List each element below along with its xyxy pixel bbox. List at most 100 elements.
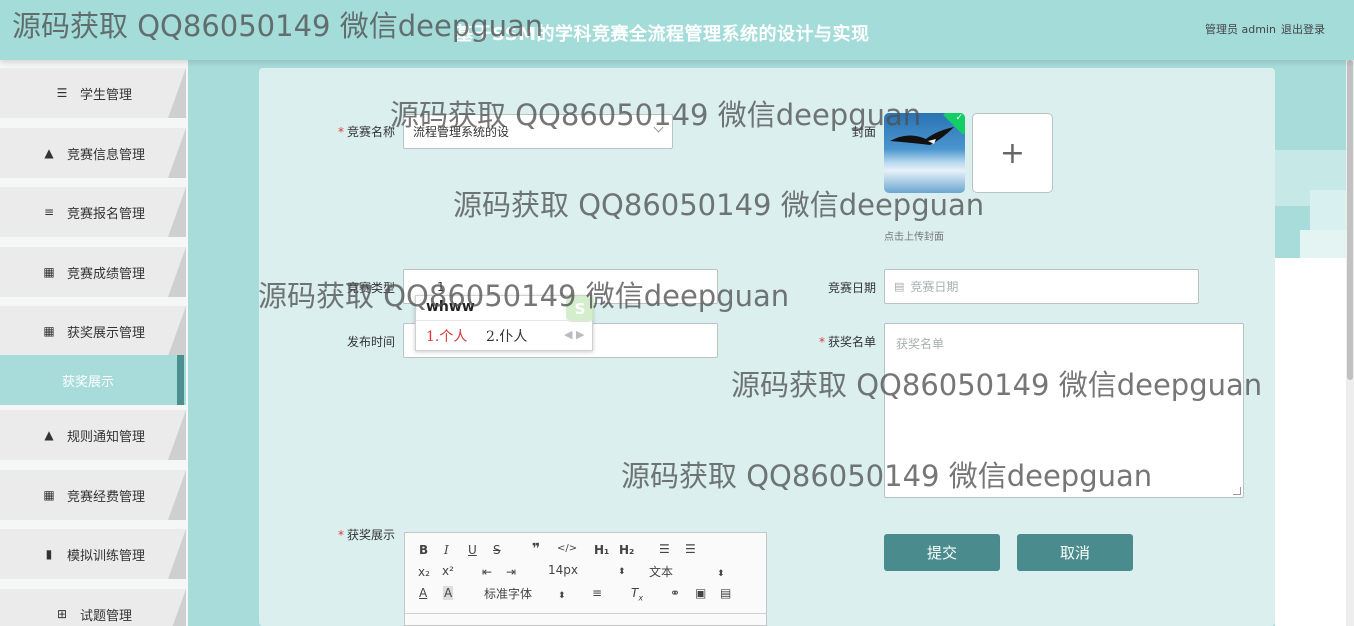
cover-label: 封面 <box>851 125 876 139</box>
font-color-icon[interactable]: A <box>419 586 427 600</box>
sidebar-item-scores[interactable]: ▦ 竞赛成绩管理 <box>0 247 186 297</box>
chevron-down-icon <box>653 122 664 133</box>
sidebar-item-label: 竞赛经费管理 <box>66 489 145 505</box>
sidebar: ☰ 学生管理 ▲ 竞赛信息管理 ≡ 竞赛报名管理 ▦ 竞赛成绩管理 ▦ 获奖展示管理 获奖… <box>0 60 188 626</box>
ime-candidate-1[interactable]: 1.个人 <box>426 326 467 346</box>
sidebar-item-label: 竞赛信息管理 <box>66 147 145 163</box>
sidebar-item-label: 模拟训练管理 <box>66 548 145 564</box>
font-size-value: 14px <box>548 563 578 577</box>
subscript-icon[interactable]: x₂ <box>418 565 430 579</box>
sidebar-item-registration[interactable]: ≡ 竞赛报名管理 <box>0 187 186 237</box>
header-value: 文本 <box>649 565 674 579</box>
admin-label: 管理员 admin <box>1205 23 1276 36</box>
sidebar-item-questions[interactable]: ⊞ 试题管理 <box>0 589 186 626</box>
link-icon[interactable]: ⚭ <box>670 586 680 600</box>
winner-list-placeholder: 获奖名单 <box>896 337 945 351</box>
blockquote-icon[interactable]: ❞ <box>532 541 540 557</box>
sidebar-item-label: 获奖展示管理 <box>66 325 145 341</box>
submit-button[interactable]: 提交 <box>884 534 1000 571</box>
competition-date-picker[interactable]: ▤ 竞赛日期 <box>884 269 1199 304</box>
underline-icon[interactable]: U <box>468 543 477 557</box>
cover-image[interactable]: ✓ <box>884 113 965 193</box>
sidebar-item-rules[interactable]: ▲ 规则通知管理 <box>0 410 186 460</box>
winner-list-textarea[interactable]: 获奖名单 <box>884 323 1244 498</box>
sidebar-subitem-award-display[interactable]: 获奖展示 <box>0 355 186 405</box>
indent-increase-icon[interactable]: ⇥ <box>506 565 516 579</box>
bold-icon[interactable]: B <box>419 543 428 557</box>
image-icon[interactable]: ▣ <box>695 586 706 600</box>
ime-candidate-popup: whww S 1.个人 2.仆人 ◀ ▶ <box>415 295 594 351</box>
ime-typed-text: whww <box>426 299 475 315</box>
top-header: 基于SSM的学科竞赛全流程管理系统的设计与实现 管理员 admin 退出登录 <box>0 0 1354 60</box>
resize-handle[interactable] <box>1233 487 1241 495</box>
competition-name-select[interactable]: 流程管理系统的设 <box>403 114 673 149</box>
superscript-icon[interactable]: x² <box>442 564 454 578</box>
sidebar-item-label: 竞赛成绩管理 <box>66 266 145 282</box>
bullet-list-icon[interactable]: ☰ <box>685 542 696 556</box>
font-family-select[interactable]: 标准字体 ⬍ <box>484 585 566 602</box>
sidebar-item-label: 竞赛报名管理 <box>66 206 145 222</box>
editor-toolbar-divider <box>405 613 766 614</box>
header1-icon[interactable]: H₁ <box>594 543 609 557</box>
person-icon: ▲ <box>44 146 54 160</box>
logout-link[interactable]: 退出登录 <box>1281 21 1325 37</box>
video-icon[interactable]: ▤ <box>720 586 731 600</box>
sidebar-item-student[interactable]: ☰ 学生管理 <box>0 68 186 118</box>
grid-icon: ▦ <box>43 324 55 338</box>
upload-cover-button[interactable]: + <box>972 113 1053 193</box>
award-display-label: * 获奖展示 <box>337 528 395 542</box>
ime-divider <box>416 320 592 321</box>
system-title: 基于SSM的学科竞赛全流程管理系统的设计与实现 <box>455 24 870 45</box>
competition-name-value: 流程管理系统的设 <box>413 125 510 139</box>
publish-time-label: 发布时间 <box>346 335 395 349</box>
decor-block <box>1275 258 1354 626</box>
sidebar-item-funding[interactable]: ▦ 竞赛经费管理 <box>0 470 186 520</box>
select-arrows-icon: ⬍ <box>558 591 566 601</box>
rich-text-editor[interactable]: B I U S ❞ </> H₁ H₂ ☰ ☰ x₂ x² ⇤ ⇥ 14px ⬍ … <box>404 532 767 626</box>
plus-icon: + <box>999 135 1026 171</box>
upload-hint: 点击上传封面 <box>884 232 944 243</box>
bar-chart-icon: ▮ <box>45 547 53 561</box>
font-size-select[interactable]: 14px ⬍ <box>548 563 626 577</box>
page-scrollbar[interactable] <box>1346 60 1354 626</box>
sidebar-item-label: 规则通知管理 <box>66 429 145 445</box>
sidebar-item-award-management[interactable]: ▦ 获奖展示管理 <box>0 306 186 356</box>
code-block-icon[interactable]: </> <box>557 543 577 554</box>
italic-icon[interactable]: I <box>444 543 449 557</box>
calendar-icon: ▤ <box>894 280 905 293</box>
competition-date-placeholder: 竞赛日期 <box>910 280 959 294</box>
competition-type-label: 竞赛类型 <box>346 281 395 295</box>
competition-name-label: * 竞赛名称 <box>337 125 395 139</box>
ime-candidate-2[interactable]: 2.仆人 <box>486 326 527 346</box>
check-icon: ✓ <box>955 113 963 123</box>
grid-icon: ▦ <box>43 265 55 279</box>
list-icon: ≡ <box>43 205 55 219</box>
font-family-value: 标准字体 <box>484 587 533 601</box>
sidebar-item-competition-info[interactable]: ▲ 竞赛信息管理 <box>0 128 186 178</box>
align-icon[interactable]: ≡ <box>592 586 602 600</box>
sliders-icon: ☰ <box>56 86 68 100</box>
person-icon: ▲ <box>44 428 54 442</box>
sidebar-item-label: 试题管理 <box>79 608 132 624</box>
sidebar-item-label: 学生管理 <box>79 87 132 103</box>
cancel-button[interactable]: 取消 <box>1017 534 1133 571</box>
select-arrows-icon: ⬍ <box>717 569 725 579</box>
ime-logo-icon: S <box>566 296 594 322</box>
competition-date-label: 竞赛日期 <box>827 281 876 295</box>
sidebar-item-training[interactable]: ▮ 模拟训练管理 <box>0 529 186 579</box>
header2-icon[interactable]: H₂ <box>619 543 634 557</box>
indent-decrease-icon[interactable]: ⇤ <box>482 565 492 579</box>
background-color-icon[interactable]: A <box>443 586 454 600</box>
apps-icon: ⊞ <box>56 607 68 621</box>
winner-list-label: * 获奖名单 <box>818 335 876 349</box>
header-select[interactable]: 文本 ⬍ <box>649 563 725 580</box>
ordered-list-icon[interactable]: ☰ <box>659 542 670 556</box>
grid-icon: ▦ <box>43 488 55 502</box>
sidebar-item-label: 获奖展示 <box>62 374 115 390</box>
clear-format-icon[interactable]: Tx <box>631 586 643 602</box>
strikethrough-icon[interactable]: S <box>493 543 501 557</box>
ime-page-arrows-icon[interactable]: ◀ ▶ <box>564 328 584 341</box>
scrollbar-thumb[interactable] <box>1347 60 1353 380</box>
competition-type-value: 1 <box>437 279 445 294</box>
select-arrows-icon: ⬍ <box>618 567 626 577</box>
